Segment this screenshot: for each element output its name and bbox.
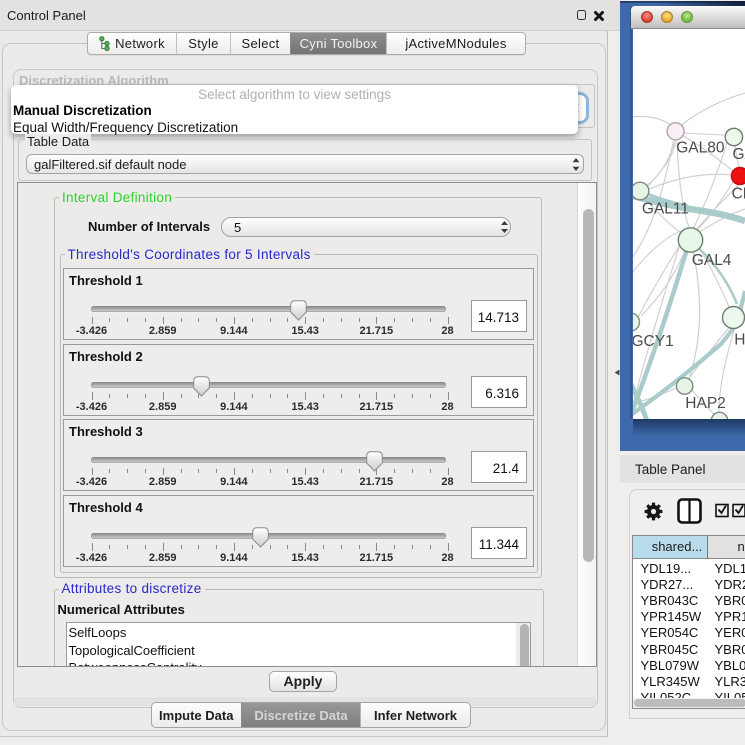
svg-text:GCY1: GCY1 [633, 333, 674, 350]
svg-text:HAP2: HAP2 [685, 395, 726, 412]
svg-text:GAL4: GAL4 [692, 252, 732, 269]
svg-text:GAL11: GAL11 [642, 201, 689, 218]
svg-text:GAL80: GAL80 [676, 140, 725, 157]
svg-text:GAL3: GAL3 [733, 146, 745, 163]
svg-text:CDC: CDC [732, 186, 745, 203]
svg-text:HIS: HIS [734, 332, 745, 349]
